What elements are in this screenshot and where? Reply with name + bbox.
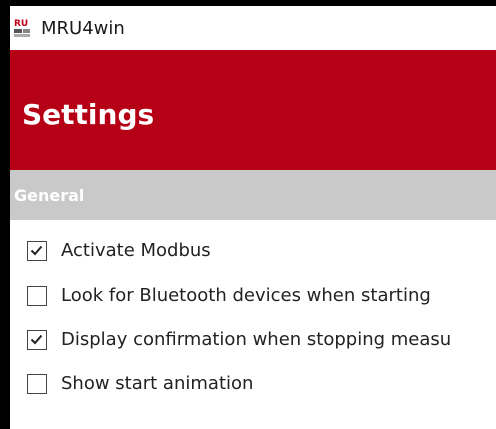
- window-title: MRU4win: [41, 18, 125, 39]
- section-header[interactable]: General: [10, 170, 496, 220]
- option-bluetooth-search[interactable]: Look for Bluetooth devices when starting: [27, 282, 431, 310]
- option-activate-modbus[interactable]: Activate Modbus: [27, 237, 211, 265]
- option-label: Show start animation: [61, 373, 254, 394]
- checkbox[interactable]: [27, 286, 47, 306]
- mru-app-icon: RU: [13, 17, 31, 39]
- section-label-general: General: [14, 186, 85, 205]
- option-label: Activate Modbus: [61, 240, 211, 261]
- svg-text:RU: RU: [14, 19, 28, 29]
- option-start-animation[interactable]: Show start animation: [27, 370, 253, 398]
- app-window: RU MRU4win Settings General Activate Mod…: [10, 6, 496, 429]
- option-stop-confirmation[interactable]: Display confirmation when stopping measu: [27, 326, 451, 354]
- option-label: Look for Bluetooth devices when starting: [61, 285, 431, 306]
- checkmark-icon: [30, 334, 43, 345]
- title-bar: RU MRU4win: [10, 6, 496, 50]
- option-label: Display confirmation when stopping measu: [61, 329, 452, 350]
- checkbox[interactable]: [27, 374, 47, 394]
- checkmark-icon: [30, 245, 43, 256]
- checkbox[interactable]: [27, 330, 47, 350]
- page-title: Settings: [22, 98, 155, 131]
- checkbox[interactable]: [27, 241, 47, 261]
- page-header: Settings: [10, 50, 496, 170]
